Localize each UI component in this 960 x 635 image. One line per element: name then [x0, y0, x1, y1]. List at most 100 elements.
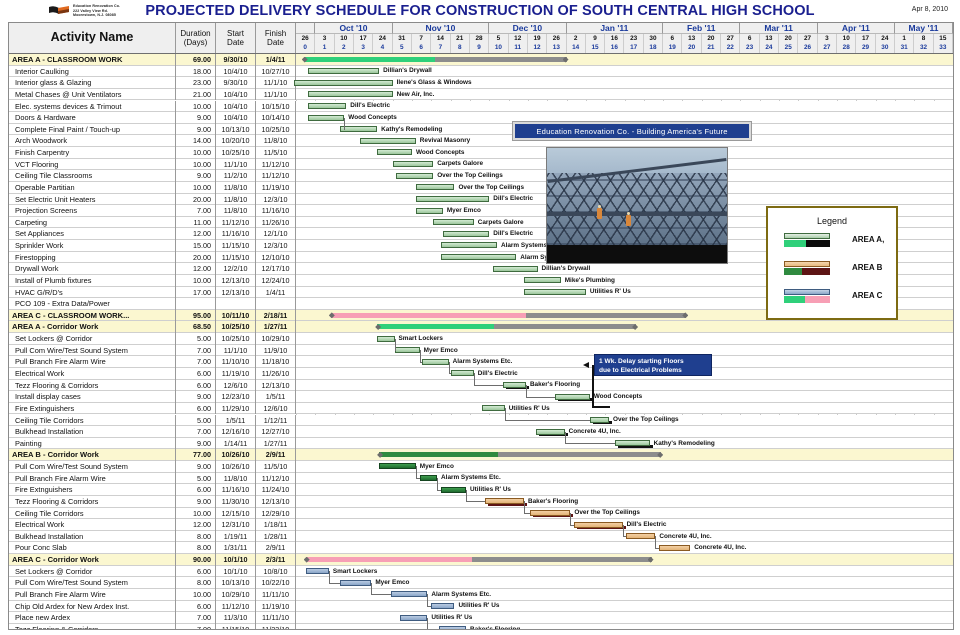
- gantt-bar[interactable]: [431, 603, 455, 609]
- cell-duration: 14.00: [176, 135, 216, 147]
- table-row[interactable]: Pull Com Wire/Test Sound System 9.00 10/26…: [9, 461, 953, 473]
- summary-bar[interactable]: [330, 312, 687, 318]
- table-row[interactable]: Pull Com Wire/Test Sound System 7.00 11/1/…: [9, 344, 953, 357]
- dependency-link: [448, 361, 450, 374]
- gantt-bar[interactable]: [614, 440, 650, 447]
- table-row[interactable]: Metal Chases @ Unit Ventilators 21.00 10/4…: [9, 88, 953, 101]
- finish-label-line2: Date: [267, 38, 284, 47]
- gantt-bar[interactable]: [359, 137, 416, 144]
- dependency-link: [415, 478, 420, 480]
- cell-finish-date: 11/23/10: [256, 623, 296, 629]
- gantt-bar[interactable]: [419, 475, 438, 482]
- table-row[interactable]: Bulkhead Installation 7.00 12/16/10 12/27/1…: [9, 426, 953, 438]
- gantt-bar[interactable]: [390, 591, 428, 598]
- table-row[interactable]: Pour Conc Slab 8.00 1/31/11 2/9/11: [9, 542, 953, 555]
- gantt-bar[interactable]: [626, 533, 656, 540]
- table-row[interactable]: Bulkhead Installation 8.00 1/19/11 1/28/11: [9, 530, 953, 543]
- gantt-bar[interactable]: [400, 614, 428, 621]
- grid-line: [953, 54, 954, 629]
- cell-start-date: 11/16/10: [216, 228, 256, 241]
- gantt-bar[interactable]: [377, 335, 395, 342]
- gantt-bar[interactable]: [340, 579, 372, 586]
- gantt-bar[interactable]: [438, 626, 467, 629]
- table-row[interactable]: Ceiling Tile Corridors 5.00 1/5/11 1/12/11: [9, 414, 953, 427]
- gantt-bar[interactable]: [485, 498, 524, 505]
- gantt-bar[interactable]: [392, 161, 434, 168]
- cell-duration: 7.00: [176, 612, 216, 624]
- legend-box: Legend AREA A, AREA B AREA C: [766, 206, 898, 320]
- timeline-week-number: 4: [373, 43, 393, 53]
- gantt-bar[interactable]: [307, 68, 380, 75]
- gantt-bar[interactable]: [340, 126, 378, 133]
- gantt-bar[interactable]: [440, 254, 517, 261]
- cell-start-date: 10/29/10: [216, 588, 256, 601]
- table-row[interactable]: Doors & Hardware 9.00 10/4/10 10/14/10: [9, 112, 953, 124]
- gantt-bar-label: Concrete 4U, Inc.: [568, 427, 621, 435]
- gantt-bar[interactable]: [421, 358, 449, 365]
- table-row[interactable]: Set Lockers @ Corridor 5.00 10/25/10 10/29/…: [9, 333, 953, 345]
- table-row[interactable]: Electrical Work 12.00 12/31/10 1/18/11: [9, 519, 953, 531]
- gantt-bar[interactable]: [554, 393, 590, 400]
- cell-duration: 6.00: [176, 379, 216, 392]
- gantt-bar[interactable]: [450, 370, 474, 377]
- gantt-bar[interactable]: [529, 509, 571, 516]
- cell-duration: 9.00: [176, 170, 216, 182]
- timeline-month-mar11: Mar '11: [740, 23, 818, 34]
- table-row[interactable]: Interior Caulking 18.00 10/4/10 10/27/10: [9, 65, 953, 78]
- summary-bar[interactable]: [305, 557, 652, 563]
- table-row[interactable]: Interior glass & Glazing 23.00 9/30/10 11/1…: [9, 77, 953, 89]
- gantt-bar[interactable]: [524, 277, 561, 284]
- gantt-bar[interactable]: [481, 405, 505, 412]
- gantt-bar[interactable]: [415, 184, 455, 191]
- gantt-bar[interactable]: [415, 207, 443, 214]
- table-row[interactable]: Finish Carpentry 10.00 10/25/10 11/5/10: [9, 147, 953, 159]
- gantt-bar[interactable]: [589, 416, 610, 423]
- cell-duration: 69.00: [176, 54, 216, 66]
- cell-duration: 6.00: [176, 484, 216, 496]
- gantt-bar[interactable]: [377, 149, 412, 156]
- gantt-bar-label: Wood Concepts: [348, 113, 397, 121]
- gantt-bar[interactable]: [307, 102, 347, 109]
- gantt-bar[interactable]: [305, 568, 329, 575]
- summary-bar[interactable]: [377, 324, 637, 330]
- gantt-bar-label: Myer Emco: [446, 206, 481, 214]
- gantt-bar[interactable]: [379, 463, 416, 470]
- gantt-bar[interactable]: [535, 428, 565, 435]
- gantt-bar[interactable]: [659, 544, 691, 551]
- gantt-bar[interactable]: [493, 265, 538, 272]
- cell-start-date: 11/8/10: [216, 193, 256, 206]
- cell-duration: 9.00: [176, 391, 216, 403]
- gantt-bar[interactable]: [440, 242, 497, 249]
- timeline-week-number: 32: [914, 43, 934, 53]
- table-row[interactable]: Elec. systems devices & Trimout 10.00 10/4…: [9, 100, 953, 113]
- table-row[interactable]: Place new Ardex 7.00 11/3/10 11/11/10: [9, 612, 953, 624]
- cell-start-date: 11/8/10: [216, 181, 256, 194]
- table-row[interactable]: Complete Final Paint / Touch-up 9.00 10/13…: [9, 123, 953, 136]
- photo-foreground: [547, 244, 727, 263]
- gantt-bar[interactable]: [433, 219, 474, 226]
- gantt-bar[interactable]: [307, 91, 393, 98]
- cell-start-date: 11/19/10: [216, 368, 256, 380]
- gantt-bar[interactable]: [524, 289, 586, 295]
- gantt-bar[interactable]: [442, 230, 490, 237]
- gantt-bar[interactable]: [307, 114, 345, 121]
- table-row[interactable]: Painting 9.00 1/14/11 1/27/11: [9, 437, 953, 450]
- legend-label-area-c: AREA C: [852, 291, 883, 300]
- table-row[interactable]: Install display cases 9.00 12/23/10 1/5/11: [9, 391, 953, 403]
- summary-bar[interactable]: [379, 452, 662, 458]
- summary-bar[interactable]: [303, 57, 567, 62]
- table-row[interactable]: Set Lockers @ Corridor 6.00 10/1/10 10/8/10: [9, 565, 953, 578]
- gantt-bar[interactable]: [440, 486, 467, 493]
- cell-duration: 10.00: [176, 274, 216, 287]
- gantt-bar[interactable]: [415, 195, 490, 202]
- gantt-bar[interactable]: [574, 521, 623, 528]
- table-row[interactable]: Pull Com Wire/Test Sound System 8.00 10/13…: [9, 577, 953, 589]
- gantt-bar[interactable]: [294, 79, 393, 86]
- gantt-bar[interactable]: [502, 382, 526, 389]
- timeline-week-day: 20: [779, 34, 799, 43]
- summary-progress-fill: [303, 57, 436, 62]
- gantt-bar[interactable]: [396, 172, 434, 179]
- table-row[interactable]: Ceiling Tile Corridors 10.00 12/15/10 12/29…: [9, 507, 953, 520]
- table-row[interactable]: Arch Woodwork 14.00 10/20/10 11/8/10: [9, 135, 953, 147]
- gantt-bar[interactable]: [394, 347, 420, 354]
